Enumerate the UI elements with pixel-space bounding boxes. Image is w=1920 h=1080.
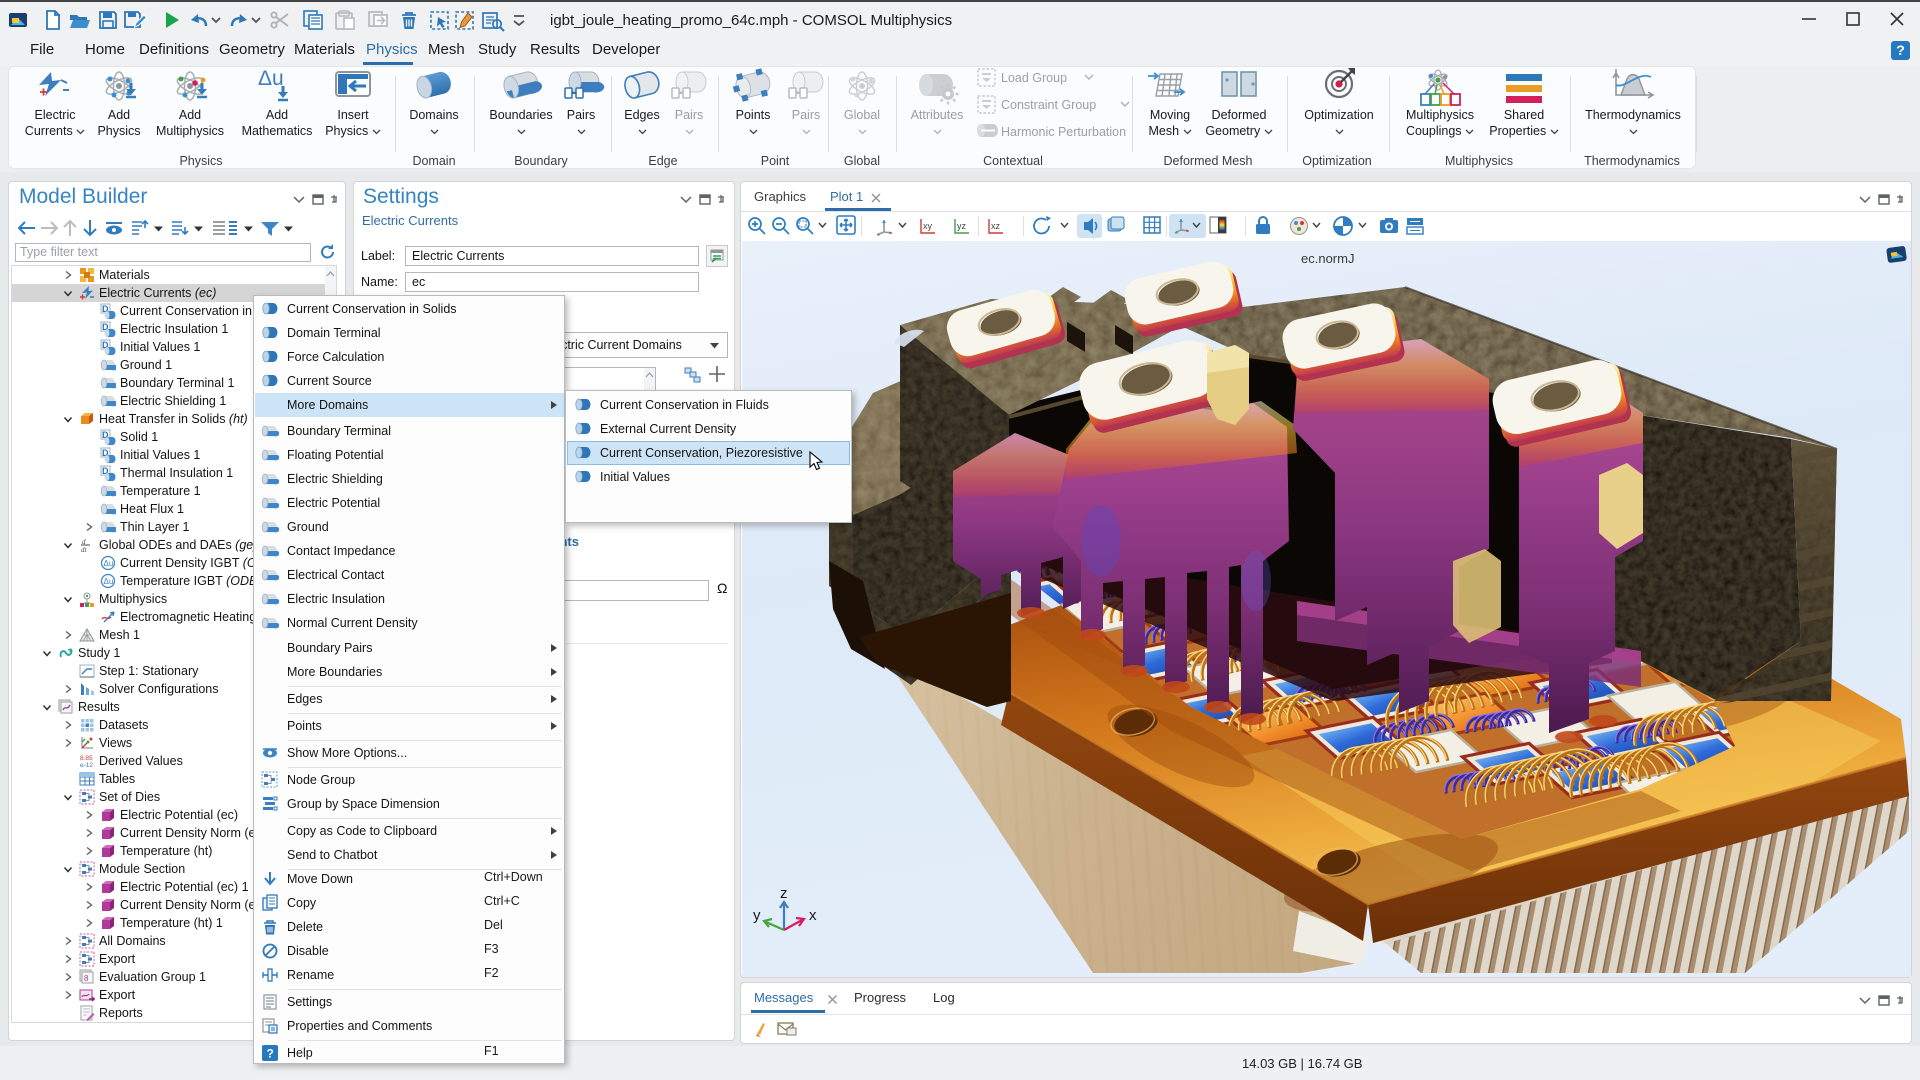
svg-text:Δu: Δu [104,559,114,568]
svg-text:ec.normJ: ec.normJ [1301,251,1354,266]
svg-text:xy: xy [923,221,933,231]
svg-text:dt: dt [81,546,88,553]
svg-text:y: y [753,907,761,924]
svg-text:Harmonic Perturbation: Harmonic Perturbation [1001,125,1126,139]
svg-text:xz: xz [991,221,1001,231]
svg-text:?: ? [267,1047,274,1061]
svg-text:Load Group: Load Group [1001,71,1067,85]
svg-text:yz: yz [957,221,967,231]
svg-text:8.85: 8.85 [80,755,93,762]
svg-text:e-12: e-12 [80,762,93,769]
svg-text:Constraint Group: Constraint Group [1001,98,1096,112]
svg-text:Δu: Δu [104,577,114,586]
svg-text:x: x [809,907,817,924]
svg-text:z: z [780,885,788,902]
svg-text:8: 8 [84,974,89,983]
